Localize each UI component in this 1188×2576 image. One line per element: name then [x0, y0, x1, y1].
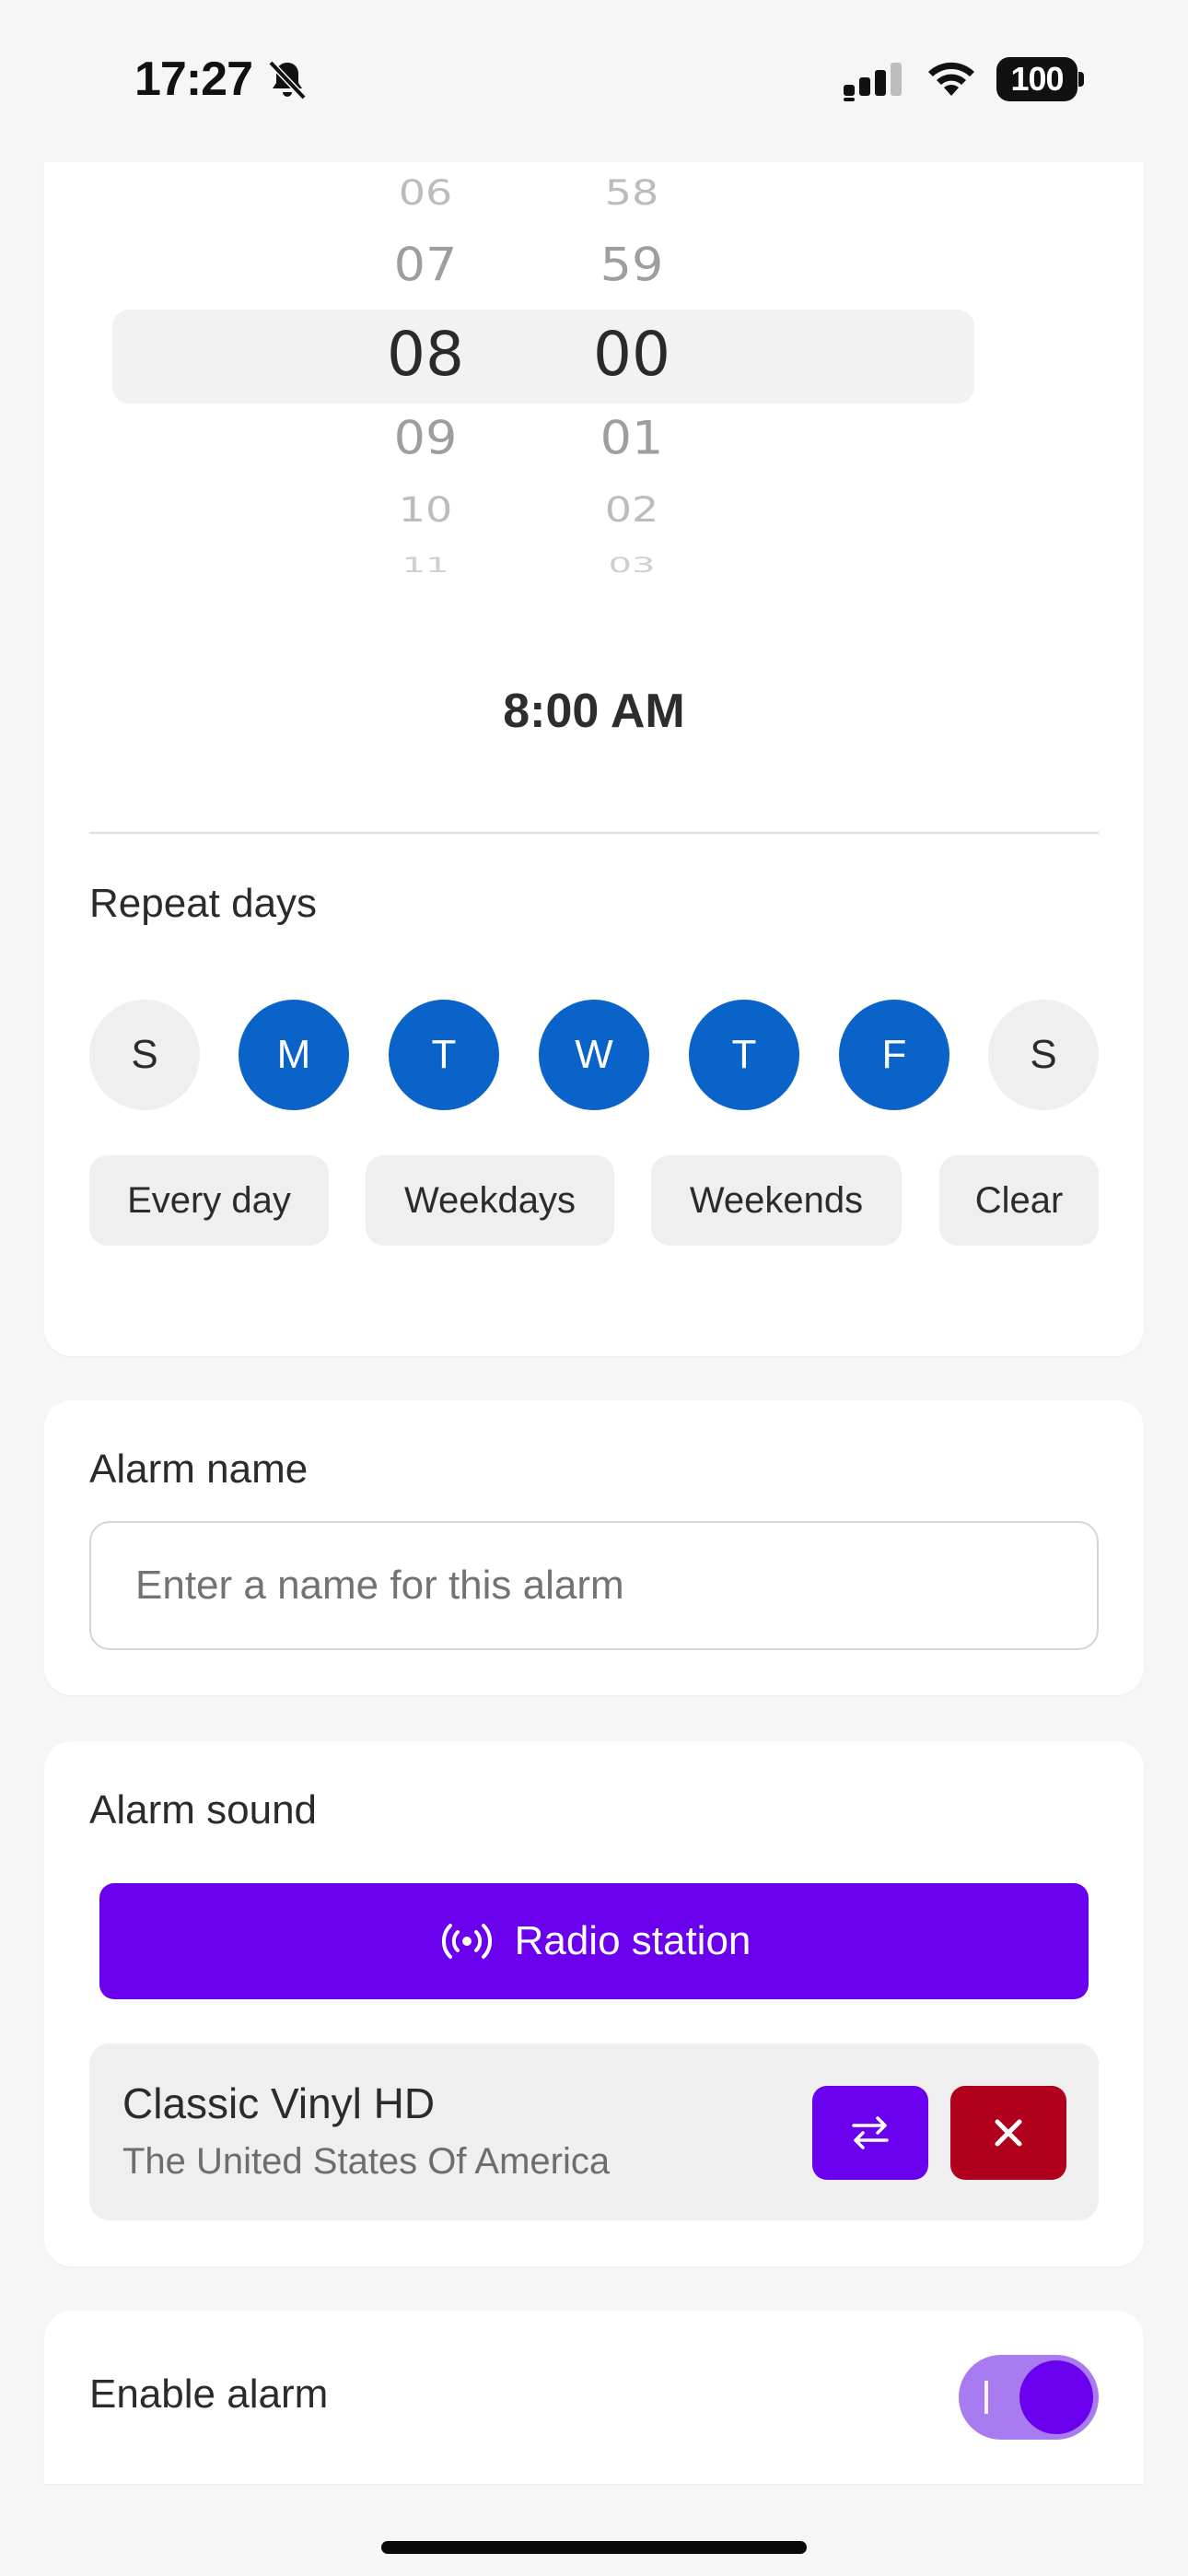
radio-station-button[interactable]: Radio station	[99, 1883, 1089, 1999]
minute-option[interactable]: 02	[540, 489, 724, 530]
battery-level: 100	[996, 57, 1077, 101]
alarm-name-input[interactable]	[89, 1521, 1099, 1650]
radio-station-button-label: Radio station	[514, 1918, 751, 1963]
day-toggle-thursday[interactable]: T	[689, 1000, 799, 1110]
selected-minute[interactable]: 00	[540, 319, 724, 390]
selected-hour[interactable]: 08	[333, 319, 518, 390]
station-country: The United States Of America	[122, 2141, 611, 2182]
preset-weekdays-button[interactable]: Weekdays	[366, 1155, 614, 1246]
divider	[89, 832, 1099, 834]
selected-station: Classic Vinyl HD The United States Of Am…	[89, 2043, 1099, 2220]
toggle-knob	[1019, 2360, 1093, 2434]
preset-weekends-button[interactable]: Weekends	[651, 1155, 902, 1246]
home-indicator[interactable]	[381, 2541, 807, 2554]
preset-every-day-button[interactable]: Every day	[89, 1155, 329, 1246]
hour-option[interactable]: 07	[333, 239, 518, 292]
status-time: 17:27	[134, 53, 253, 106]
hour-option[interactable]: 10	[333, 489, 518, 530]
station-name: Classic Vinyl HD	[122, 2079, 436, 2127]
enable-alarm-toggle[interactable]	[959, 2355, 1099, 2440]
hour-option[interactable]: 06	[333, 172, 518, 213]
change-station-button[interactable]	[812, 2086, 928, 2180]
hour-wheel[interactable]: 06 07 08 09 10 11	[333, 162, 518, 604]
day-toggle-wednesday[interactable]: W	[539, 1000, 649, 1110]
alarm-sound-label: Alarm sound	[89, 1787, 318, 1832]
minute-option[interactable]: 03	[540, 556, 724, 576]
close-icon	[995, 2119, 1022, 2147]
day-toggle-tuesday[interactable]: T	[389, 1000, 499, 1110]
day-toggle-sunday[interactable]: S	[89, 1000, 200, 1110]
battery-icon: 100	[996, 57, 1085, 103]
enable-alarm-label: Enable alarm	[89, 2371, 329, 2417]
status-bar: 17:27 100	[0, 0, 1188, 161]
bell-off-icon	[268, 60, 307, 100]
preset-clear-button[interactable]: Clear	[939, 1155, 1099, 1246]
remove-station-button[interactable]	[950, 2086, 1066, 2180]
day-toggle-saturday[interactable]: S	[988, 1000, 1099, 1110]
repeat-days-label: Repeat days	[89, 881, 318, 926]
day-toggle-monday[interactable]: M	[239, 1000, 349, 1110]
selected-time-display: 8:00 AM	[503, 685, 685, 738]
minute-option[interactable]: 58	[540, 172, 724, 213]
cellular-signal-icon	[844, 63, 902, 101]
alarm-name-label: Alarm name	[89, 1446, 309, 1492]
minute-wheel[interactable]: 58 59 00 01 02 03	[540, 162, 724, 604]
minute-option[interactable]: 01	[540, 412, 724, 465]
broadcast-icon	[441, 1924, 492, 1959]
toggle-on-mark	[984, 2381, 988, 2414]
minute-option[interactable]: 59	[540, 239, 724, 292]
wifi-icon	[928, 62, 974, 96]
day-toggle-friday[interactable]: F	[839, 1000, 949, 1110]
swap-icon	[852, 2116, 889, 2149]
hour-option[interactable]: 09	[333, 412, 518, 465]
hour-option[interactable]: 11	[333, 556, 518, 576]
